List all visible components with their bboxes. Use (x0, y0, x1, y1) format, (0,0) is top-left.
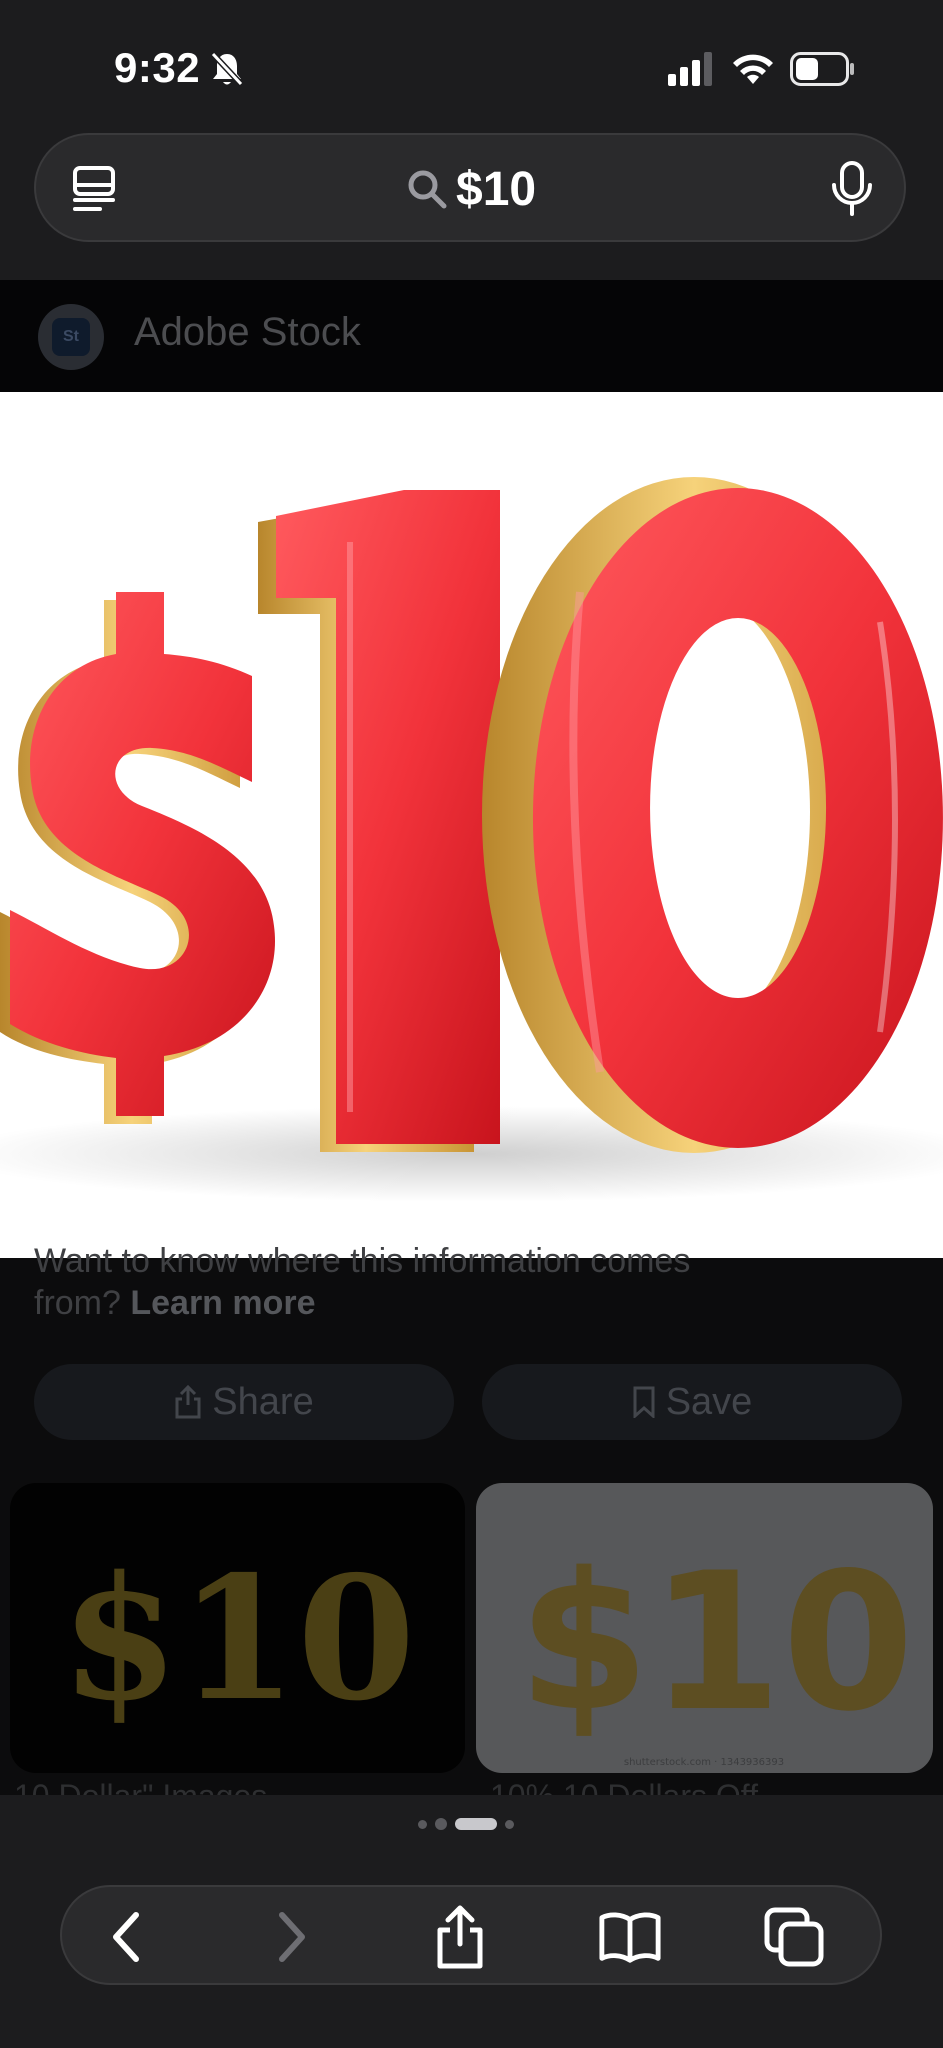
search-query[interactable]: $10 (406, 157, 536, 221)
info-line-2: from? Learn more (34, 1282, 834, 1324)
gold-3d-ten-dollar-thumb: $10 shutterstock.com · 1343936393 (518, 1532, 915, 1768)
tabs-icon (764, 1907, 824, 1967)
share-label: Share (212, 1380, 314, 1423)
bookmarks-button[interactable] (598, 1905, 662, 1969)
source-site-name: Adobe Stock (134, 310, 361, 354)
bookmark-icon (633, 1386, 655, 1418)
page-indicator[interactable] (418, 1817, 514, 1831)
share-button[interactable]: Share (34, 1364, 454, 1440)
book-icon (599, 1912, 661, 1963)
search-query-text: $10 (456, 162, 537, 216)
silent-bell-icon (210, 51, 244, 87)
back-icon (113, 1912, 139, 1962)
save-label: Save (665, 1380, 753, 1423)
battery-icon (790, 52, 854, 86)
gold-ten-dollar-thumb: $10 (61, 1539, 416, 1739)
related-image-2[interactable]: $10 shutterstock.com · 1343936393 (476, 1483, 933, 1773)
share-page-button[interactable] (428, 1905, 492, 1969)
navigation-bar (60, 1885, 882, 1985)
thumb-right-watermark: shutterstock.com · 1343936393 (624, 1757, 784, 1768)
cell-signal-icon (668, 52, 712, 86)
page-dot (435, 1818, 447, 1830)
share-icon (175, 1385, 201, 1419)
search-icon (408, 170, 447, 209)
page-dot (418, 1819, 427, 1829)
address-bar[interactable]: $10 (34, 133, 906, 242)
info-line-1: Want to know where this information come… (34, 1242, 691, 1280)
ten-dollar-3d-graphic (0, 477, 943, 1202)
info-line-2-prefix: from? (34, 1284, 131, 1322)
page-dot (505, 1819, 514, 1829)
page-dot-active (455, 1818, 497, 1830)
related-image-1[interactable]: $10 (10, 1483, 465, 1773)
image-source-header[interactable]: St Adobe Stock (0, 280, 943, 392)
thumb-left-text: $10 (61, 1539, 416, 1739)
reader-icon[interactable] (70, 165, 118, 213)
info-text: Want to know where this information come… (34, 1240, 834, 1324)
action-buttons: Share Save (34, 1364, 906, 1440)
tabs-button[interactable] (762, 1905, 826, 1969)
hero-image[interactable] (0, 392, 943, 1258)
address-bar-area: $10 (0, 130, 943, 280)
save-button[interactable]: Save (482, 1364, 902, 1440)
wifi-icon (733, 54, 773, 84)
share-icon (437, 1905, 483, 1969)
forward-button[interactable] (260, 1905, 324, 1969)
back-button[interactable] (94, 1905, 158, 1969)
browser-toolbar (0, 1795, 943, 2048)
mic-icon[interactable] (830, 161, 874, 217)
status-bar: 9:32 (0, 0, 943, 130)
logo-text: St (63, 328, 79, 345)
thumb-right-text: $10 (518, 1532, 915, 1753)
forward-icon (279, 1912, 305, 1962)
adobe-stock-logo: St (38, 304, 104, 370)
learn-more-link[interactable]: Learn more (130, 1284, 315, 1322)
status-time: 9:32 (114, 44, 201, 91)
